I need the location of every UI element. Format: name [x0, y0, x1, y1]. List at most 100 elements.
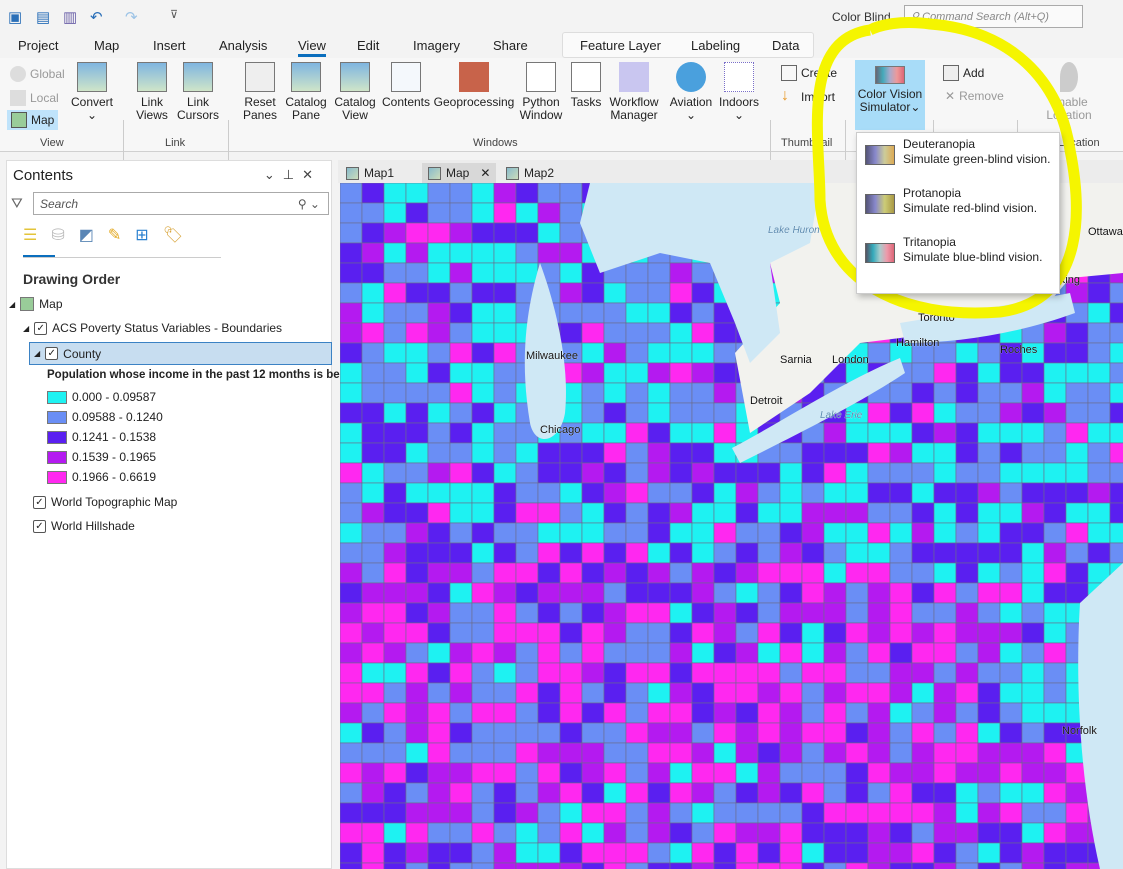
county-polygon[interactable]	[713, 842, 737, 864]
county-polygon[interactable]	[581, 622, 605, 644]
county-polygon[interactable]	[1087, 282, 1111, 304]
county-polygon[interactable]	[1087, 362, 1111, 384]
county-polygon[interactable]	[383, 502, 407, 524]
county-polygon[interactable]	[889, 782, 913, 804]
county-polygon[interactable]	[713, 682, 737, 704]
county-polygon[interactable]	[955, 622, 979, 644]
tab-share[interactable]: Share	[493, 38, 528, 53]
county-polygon[interactable]	[625, 502, 649, 524]
county-polygon[interactable]	[691, 842, 715, 864]
county-polygon[interactable]	[735, 802, 759, 824]
county-polygon[interactable]	[493, 702, 517, 724]
county-polygon[interactable]	[867, 782, 891, 804]
county-polygon[interactable]	[603, 282, 627, 304]
county-polygon[interactable]	[340, 722, 363, 744]
county-polygon[interactable]	[383, 622, 407, 644]
county-polygon[interactable]	[383, 442, 407, 464]
county-polygon[interactable]	[867, 742, 891, 764]
county-polygon[interactable]	[669, 282, 693, 304]
county-polygon[interactable]	[647, 642, 671, 664]
county-polygon[interactable]	[691, 482, 715, 504]
county-polygon[interactable]	[340, 582, 363, 604]
county-polygon[interactable]	[1043, 602, 1067, 624]
county-polygon[interactable]	[1021, 722, 1045, 744]
county-polygon[interactable]	[361, 502, 385, 524]
county-polygon[interactable]	[1065, 822, 1089, 844]
import-thumbnail-button[interactable]: ↓ Import	[781, 88, 835, 105]
county-polygon[interactable]	[493, 802, 517, 824]
county-polygon[interactable]	[647, 842, 671, 864]
county-polygon[interactable]	[845, 502, 869, 524]
county-polygon[interactable]	[713, 442, 737, 464]
county-polygon[interactable]	[999, 602, 1023, 624]
county-polygon[interactable]	[713, 822, 737, 844]
county-polygon[interactable]	[867, 542, 891, 564]
county-polygon[interactable]	[493, 682, 517, 704]
county-polygon[interactable]	[669, 542, 693, 564]
county-polygon[interactable]	[933, 842, 957, 864]
county-polygon[interactable]	[603, 622, 627, 644]
county-polygon[interactable]	[625, 362, 649, 384]
county-polygon[interactable]	[911, 782, 935, 804]
county-polygon[interactable]	[361, 382, 385, 404]
county-polygon[interactable]	[955, 582, 979, 604]
county-polygon[interactable]	[779, 682, 803, 704]
county-polygon[interactable]	[735, 482, 759, 504]
county-polygon[interactable]	[867, 502, 891, 524]
hillshade-checkbox[interactable]: ✓	[33, 519, 46, 533]
county-polygon[interactable]	[955, 782, 979, 804]
county-polygon[interactable]	[713, 382, 737, 404]
county-polygon[interactable]	[977, 702, 1001, 724]
county-polygon[interactable]	[779, 562, 803, 584]
drawing-order-icon[interactable]: ☰	[23, 225, 37, 245]
county-polygon[interactable]	[801, 862, 825, 869]
county-polygon[interactable]	[757, 842, 781, 864]
county-polygon[interactable]	[867, 662, 891, 684]
county-polygon[interactable]	[427, 582, 451, 604]
county-polygon[interactable]	[911, 842, 935, 864]
county-polygon[interactable]	[977, 462, 1001, 484]
county-polygon[interactable]	[735, 642, 759, 664]
map-node[interactable]: ◢ Map	[9, 297, 63, 311]
county-polygon[interactable]	[361, 762, 385, 784]
county-polygon[interactable]	[1065, 482, 1089, 504]
county-polygon[interactable]	[340, 302, 363, 324]
county-polygon[interactable]	[603, 642, 627, 664]
county-polygon[interactable]	[823, 782, 847, 804]
county-polygon[interactable]	[1043, 582, 1067, 604]
tab-analysis[interactable]: Analysis	[219, 38, 267, 53]
county-polygon[interactable]	[559, 782, 583, 804]
county-polygon[interactable]	[493, 183, 517, 204]
county-polygon[interactable]	[691, 802, 715, 824]
county-polygon[interactable]	[779, 582, 803, 604]
county-polygon[interactable]	[1109, 402, 1123, 424]
county-polygon[interactable]	[449, 202, 473, 224]
county-polygon[interactable]	[823, 762, 847, 784]
county-polygon[interactable]	[340, 402, 363, 424]
county-polygon[interactable]	[823, 522, 847, 544]
county-polygon[interactable]	[911, 502, 935, 524]
county-polygon[interactable]	[340, 682, 363, 704]
county-polygon[interactable]	[933, 522, 957, 544]
county-polygon[interactable]	[603, 542, 627, 564]
county-polygon[interactable]	[999, 542, 1023, 564]
county-polygon[interactable]	[427, 222, 451, 244]
county-polygon[interactable]	[889, 502, 913, 524]
county-polygon[interactable]	[383, 742, 407, 764]
county-polygon[interactable]	[647, 802, 671, 824]
county-polygon[interactable]	[427, 802, 451, 824]
county-polygon[interactable]	[537, 183, 561, 204]
county-polygon[interactable]	[647, 362, 671, 384]
county-polygon[interactable]	[537, 842, 561, 864]
county-polygon[interactable]	[340, 862, 363, 869]
tab-view[interactable]: View	[298, 38, 326, 57]
county-polygon[interactable]	[340, 642, 363, 664]
county-polygon[interactable]	[955, 662, 979, 684]
county-polygon[interactable]	[493, 202, 517, 224]
county-polygon[interactable]	[845, 522, 869, 544]
basemap-topographic[interactable]: ✓ World Topographic Map	[33, 495, 177, 509]
county-polygon[interactable]	[1043, 522, 1067, 544]
county-polygon[interactable]	[603, 802, 627, 824]
selection-icon[interactable]: ◩	[79, 225, 94, 245]
close-icon[interactable]: ✕	[302, 167, 321, 182]
